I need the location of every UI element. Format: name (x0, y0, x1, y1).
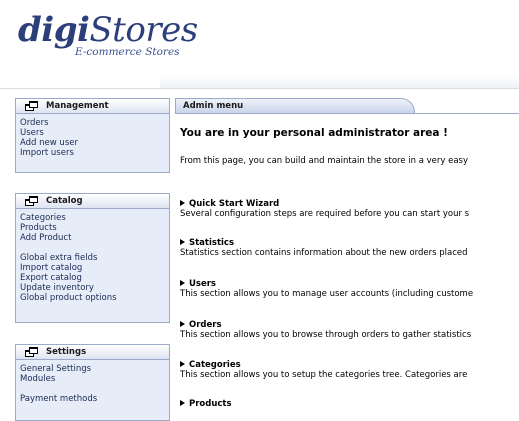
sidebar-item-update-inventory[interactable]: Update inventory (20, 283, 165, 293)
sidebar-item-add-new-user[interactable]: Add new user (20, 138, 165, 148)
section-categories: Categories This section allows you to se… (180, 360, 467, 380)
triangle-right-icon (180, 400, 185, 406)
sidebar-item-import-users[interactable]: Import users (20, 148, 165, 158)
section-link[interactable]: Quick Start Wizard (180, 199, 469, 209)
welcome-heading: You are in your personal administrator a… (180, 127, 448, 139)
sidebar-item-users[interactable]: Users (20, 128, 165, 138)
window-icon (25, 101, 38, 111)
sidebar-item-general-settings[interactable]: General Settings (20, 364, 165, 374)
section-title: Orders (189, 320, 222, 330)
sidebar-item-global-product-options[interactable]: Global product options (20, 293, 165, 303)
section-quick-start-wizard: Quick Start Wizard Several configuration… (180, 199, 469, 219)
triangle-right-icon (180, 361, 185, 367)
section-description: Several configuration steps are required… (180, 209, 470, 219)
settings-box-title: Settings (16, 345, 169, 360)
sidebar-item-orders[interactable]: Orders (20, 118, 165, 128)
sidebar-item-modules[interactable]: Modules (20, 374, 165, 384)
sidebar-item-payment-methods[interactable]: Payment methods (20, 394, 165, 404)
settings-title-label: Settings (46, 347, 87, 357)
section-description: Statistics section contains information … (180, 248, 468, 258)
tab-admin-menu[interactable]: Admin menu (175, 98, 415, 113)
section-statistics: Statistics Statistics section contains i… (180, 238, 468, 258)
section-title: Categories (189, 360, 241, 370)
section-orders: Orders This section allows you to browse… (180, 320, 471, 340)
section-link[interactable]: Categories (180, 360, 467, 370)
tab-divider (175, 113, 519, 114)
logo-wordmark: digiStores (18, 10, 198, 50)
section-link[interactable]: Products (180, 399, 232, 409)
section-products: Products (180, 399, 232, 409)
sidebar-item-add-product[interactable]: Add Product (20, 233, 165, 243)
section-description: This section allows you to browse throug… (180, 330, 472, 340)
sidebar-item-global-extra-fields[interactable]: Global extra fields (20, 253, 165, 263)
section-description: This section allows you to manage user a… (180, 289, 474, 299)
section-description: This section allows you to setup the cat… (180, 370, 468, 380)
catalog-box: Catalog Categories Products Add Product … (15, 193, 170, 323)
window-icon (25, 196, 38, 206)
sidebar-item-import-catalog[interactable]: Import catalog (20, 263, 165, 273)
section-link[interactable]: Orders (180, 320, 471, 330)
section-title: Products (189, 399, 232, 409)
sidebar-item-categories[interactable]: Categories (20, 213, 165, 223)
window-icon (25, 347, 38, 357)
section-link[interactable]: Users (180, 279, 473, 289)
triangle-right-icon (180, 321, 185, 327)
header-divider (0, 88, 519, 89)
settings-box: Settings General Settings Modules Paymen… (15, 344, 170, 421)
management-box: Management Orders Users Add new user Imp… (15, 98, 170, 173)
header-shadow (160, 76, 519, 88)
section-title: Quick Start Wizard (189, 199, 280, 209)
section-title: Statistics (189, 238, 235, 248)
header: digiStores E-commerce Stores (0, 0, 519, 92)
section-link[interactable]: Statistics (180, 238, 468, 248)
catalog-title-label: Catalog (46, 196, 83, 206)
intro-text: From this page, you can build and mainta… (180, 156, 469, 166)
section-title: Users (189, 279, 216, 289)
triangle-right-icon (180, 200, 185, 206)
sidebar-item-export-catalog[interactable]: Export catalog (20, 273, 165, 283)
triangle-right-icon (180, 239, 185, 245)
management-box-title: Management (16, 99, 169, 114)
catalog-box-title: Catalog (16, 194, 169, 209)
triangle-right-icon (180, 280, 185, 286)
management-title-label: Management (46, 101, 109, 111)
logo-tagline: E-commerce Stores (75, 46, 180, 58)
section-users: Users This section allows you to manage … (180, 279, 473, 299)
sidebar-item-products[interactable]: Products (20, 223, 165, 233)
logo[interactable]: digiStores E-commerce Stores (18, 12, 198, 58)
